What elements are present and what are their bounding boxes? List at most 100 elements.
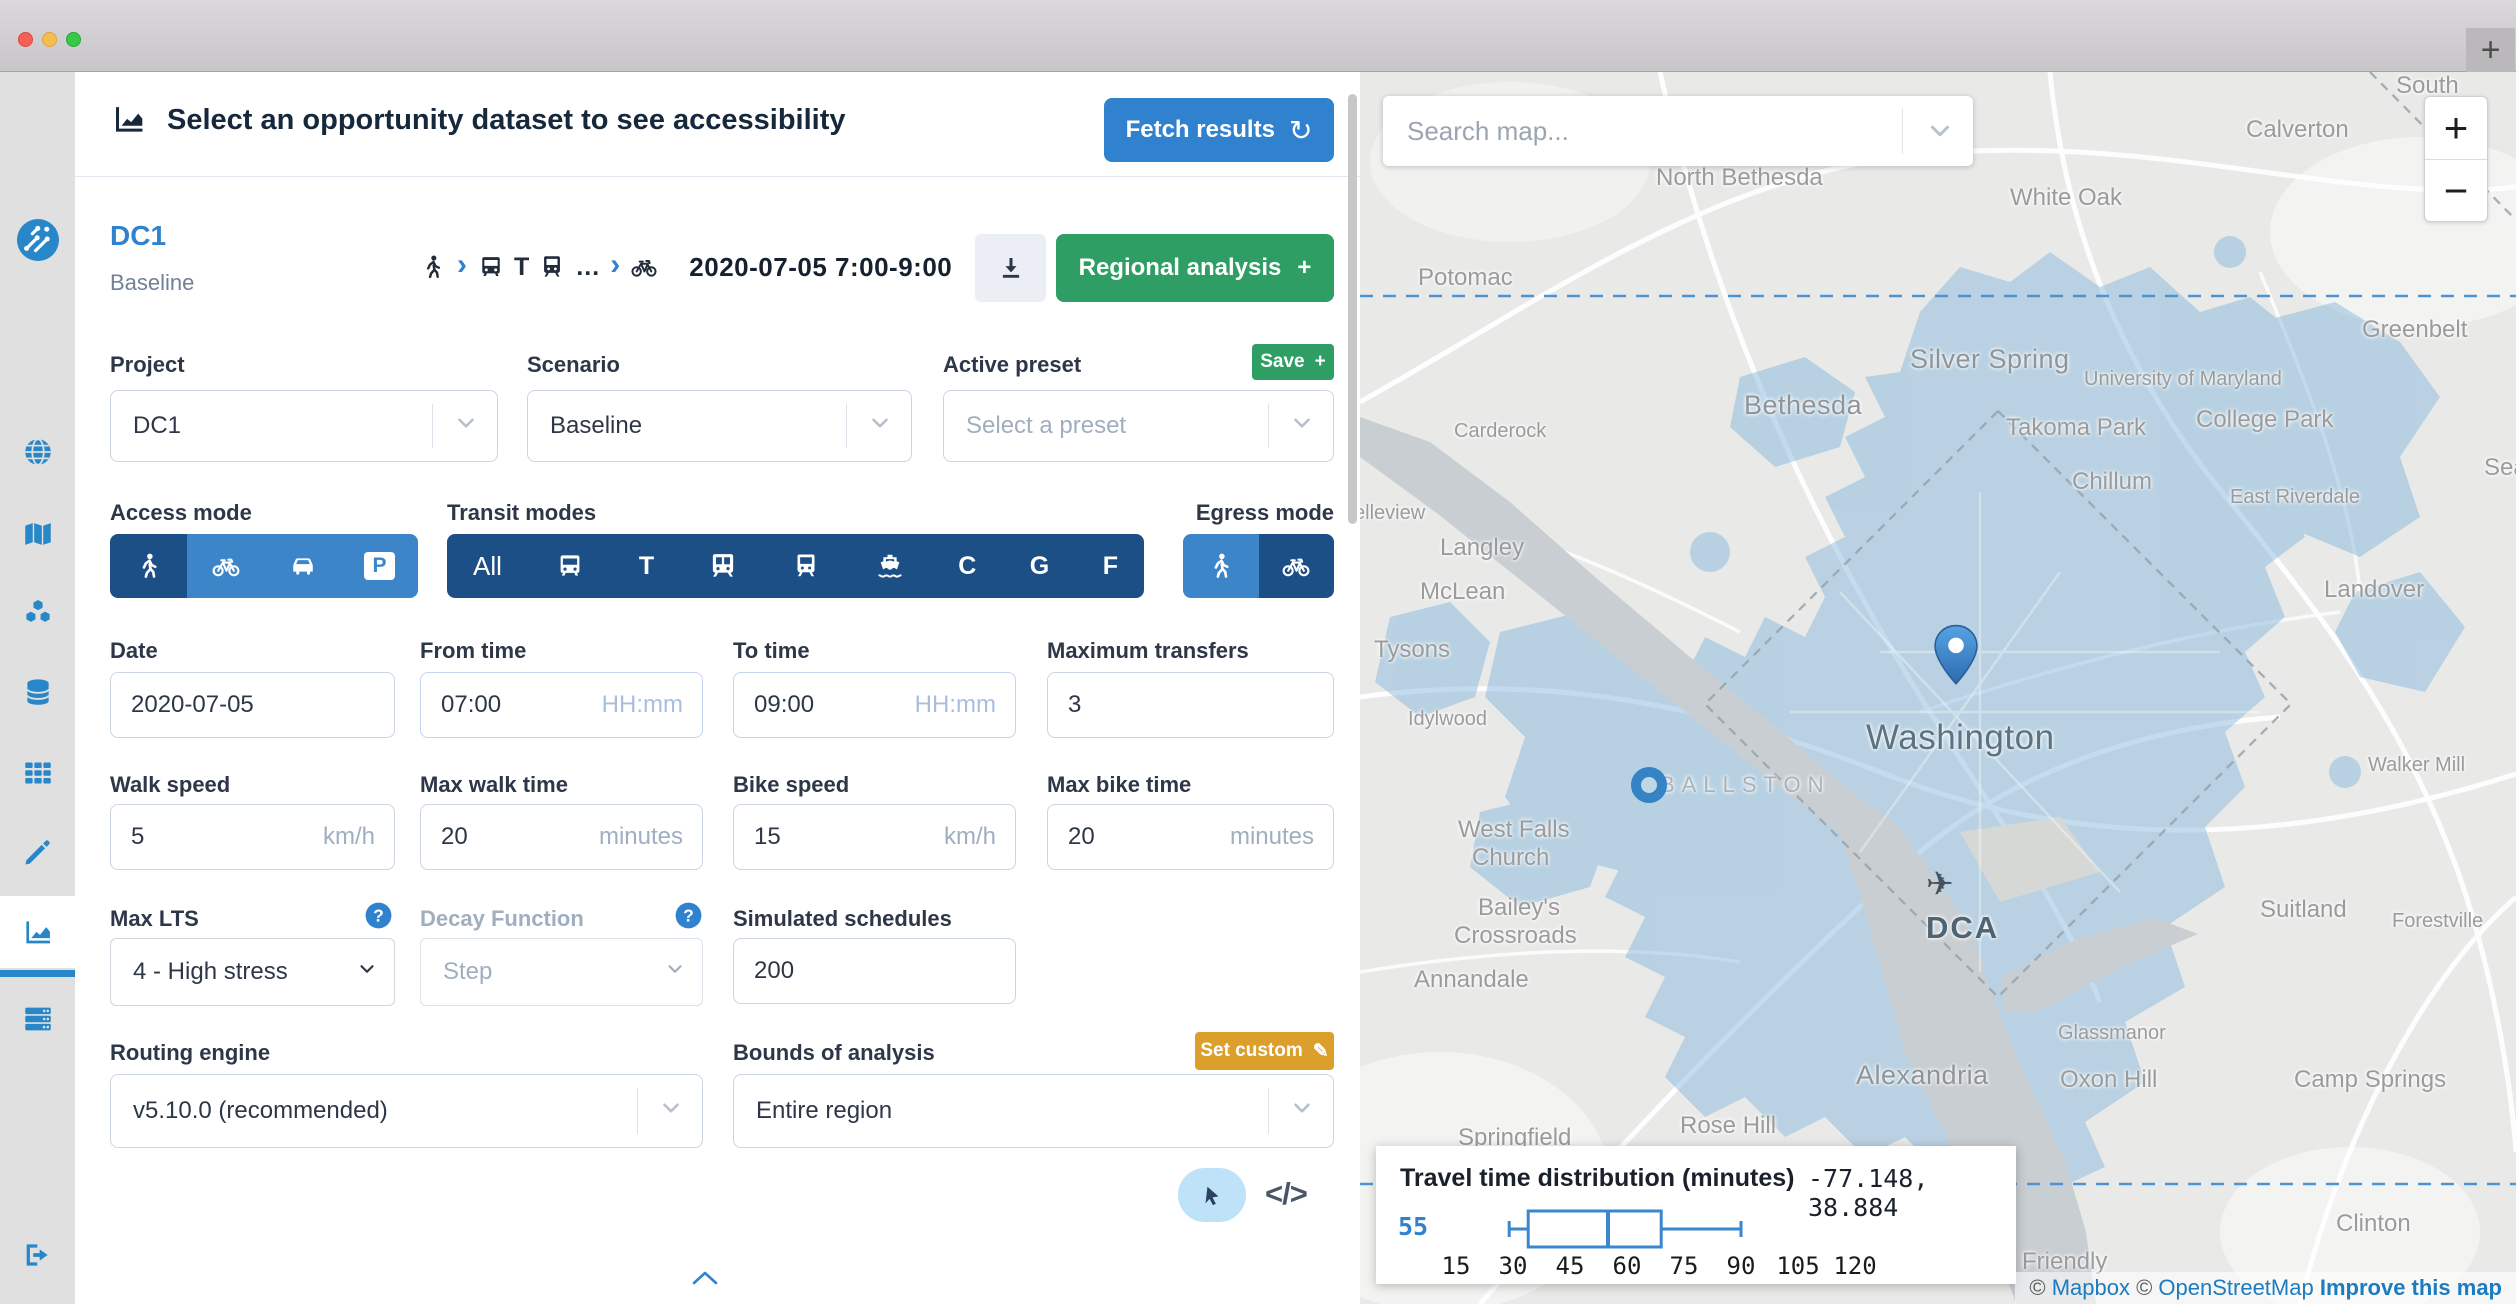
set-custom-bounds-button[interactable]: Set custom✎ [1195,1032,1334,1070]
minimize-window-button[interactable] [42,32,57,47]
svg-text:105: 105 [1776,1252,1819,1280]
sidebar-item-conveyal-logo[interactable] [0,204,75,276]
rail-c-mode-button[interactable]: C [958,534,976,598]
database-icon [21,676,55,710]
sidebar-item-pencil[interactable] [0,816,75,888]
from-time-input[interactable] [420,672,703,738]
sidebar-item-sign-out[interactable] [0,1219,75,1291]
map-label: West Falls [1458,816,1570,844]
chevron-down-icon [664,958,686,987]
attribution-link[interactable]: Mapbox [2052,1275,2130,1301]
ferry-mode-button[interactable] [875,534,905,598]
chevron-down-icon [1289,1095,1315,1128]
view-json-button[interactable]: </> [1265,1176,1307,1212]
collapse-panel-button[interactable] [691,1270,719,1291]
svg-text:30: 30 [1499,1252,1528,1280]
metro-mode-button[interactable] [708,534,738,598]
panel-scrollbar[interactable] [1348,94,1357,524]
project-select[interactable]: DC1 [110,390,498,462]
sidebar-item-chart-area[interactable] [0,896,75,968]
zoom-out-button[interactable]: − [2425,159,2487,221]
sidebar-item-server[interactable] [0,983,75,1055]
max-lts-select[interactable]: 4 - High stress [110,938,395,1006]
map-label: Chillum [2072,468,2152,496]
select-origin-tool-button[interactable] [1178,1168,1246,1222]
maximize-window-button[interactable] [66,32,81,47]
tram-mode-button[interactable] [791,534,821,598]
fetch-results-button[interactable]: Fetch results↻ [1104,98,1334,162]
sidebar-item-database[interactable] [0,657,75,729]
simulated-schedules-input[interactable] [733,938,1016,1004]
bounds-label: Bounds of analysis [733,1040,935,1066]
all-mode-button[interactable]: All [473,534,502,598]
to-time-input[interactable] [733,672,1016,738]
walk-icon [1206,551,1236,581]
max-transfers-input[interactable] [1047,672,1334,738]
walk-speed-label: Walk speed [110,772,230,798]
bike-mode-button[interactable] [1259,534,1335,598]
bike-speed-input[interactable] [733,804,1016,870]
map-label: Silver Spring [1910,344,2070,375]
help-icon[interactable] [673,900,704,936]
bus-mode-button[interactable] [555,534,585,598]
sidebar-item-globe[interactable] [0,416,75,488]
attribution-text: © [2029,1275,2051,1301]
walk-mode-button[interactable] [1183,534,1259,598]
map-canvas[interactable]: SouthPotomacNorth BethesdaWhite OakCalve… [1360,72,2516,1304]
pencil-icon [21,835,55,869]
bounds-select[interactable]: Entire region [733,1074,1334,1148]
car-mode-button[interactable] [264,534,341,598]
tram-icon [791,551,821,581]
new-tab-button[interactable]: + [2466,28,2515,72]
bike-mode-button[interactable] [187,534,264,598]
origin-marker-pin[interactable] [1932,624,1980,691]
chevron-down-icon [356,958,378,987]
walk-mode-button[interactable] [110,534,187,598]
help-icon[interactable] [363,900,394,936]
max-walk-time-input[interactable] [420,804,703,870]
car-park-mode-button[interactable]: P [341,534,418,598]
scenario-select[interactable]: Baseline [527,390,912,462]
rail-t-mode-button[interactable]: T [639,534,654,598]
sidebar-item-grid[interactable] [0,737,75,809]
sidebar-item-cubes[interactable] [0,577,75,649]
map-label: Alexandria [1856,1060,1989,1091]
sidebar-item-help[interactable] [0,1299,75,1304]
walk-speed-input[interactable] [110,804,395,870]
attribution-link[interactable]: OpenStreetMap [2158,1275,2313,1301]
rail-f-mode-button[interactable]: F [1103,534,1118,598]
project-name-link[interactable]: DC1 [110,220,166,252]
map-label: Bethesda [1744,390,1862,421]
preset-select[interactable]: Select a preset [943,390,1334,462]
bus-icon [555,551,585,581]
map-label: Sea [2484,454,2516,482]
routing-engine-select[interactable]: v5.10.0 (recommended) [110,1074,703,1148]
map-label: White Oak [2010,184,2122,212]
regional-analysis-button[interactable]: Regional analysis+ [1056,234,1334,302]
scenario-label: Scenario [527,352,620,378]
map-label: Potomac [1418,264,1513,292]
map-label: Washington [1866,718,2055,758]
svg-text:120: 120 [1833,1252,1876,1280]
attribution-link[interactable]: Improve this map [2320,1275,2502,1301]
travel-time-title: Travel time distribution (minutes) [1400,1164,1795,1193]
map-label: Oxon Hill [2060,1066,2157,1094]
close-window-button[interactable] [18,32,33,47]
max-lts-label: Max LTS [110,906,199,932]
download-icon [996,253,1026,283]
sidebar-item-map[interactable] [0,498,75,570]
max-bike-time-input[interactable] [1047,804,1334,870]
destination-marker[interactable] [1631,767,1667,803]
date-input[interactable] [110,672,395,738]
map-search-input[interactable] [1383,96,1883,166]
download-button[interactable] [975,234,1046,302]
map-label: College Park [2196,406,2333,434]
rail-g-mode-button[interactable]: G [1030,534,1049,598]
chevron-down-icon [658,1095,684,1128]
travel-time-panel: Travel time distribution (minutes) -77.1… [1376,1146,2016,1284]
save-preset-button[interactable]: Save+ [1252,344,1334,380]
zoom-in-button[interactable]: + [2425,97,2487,159]
svg-text:45: 45 [1556,1252,1585,1280]
map-label: Walker Mill [2368,754,2465,777]
analysis-datetime: 2020-07-05 7:00-9:00 [689,252,952,283]
